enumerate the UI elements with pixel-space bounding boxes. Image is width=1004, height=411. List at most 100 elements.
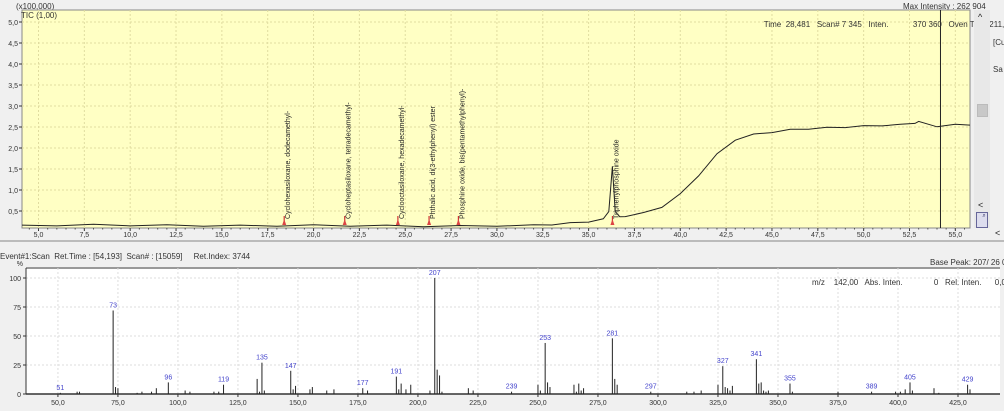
inten-value: 370 360 [912, 20, 942, 29]
x-tick-label: 47,5 [811, 232, 825, 239]
peak-label: 147 [285, 363, 297, 370]
vertical-scrollbar[interactable]: ^ < ⌕ [974, 10, 990, 228]
peak-label: 207 [429, 270, 441, 277]
peak-label: 239 [506, 384, 518, 391]
y-tick-label: 3,5 [8, 83, 18, 90]
peak-label: 281 [607, 330, 619, 337]
y-tick-label: 4,5 [8, 41, 18, 48]
x-tick-label: 37,5 [628, 232, 642, 239]
peak-label: 327 [717, 358, 729, 365]
x-tick-label: 325,0 [709, 400, 727, 407]
peak-label: 389 [866, 384, 878, 391]
x-tick-label: 100,0 [169, 400, 187, 407]
peak-annotation: Cycloheptasiloxane, tetradecamethyl- [346, 102, 353, 219]
scan-label: Scan# [816, 20, 840, 29]
scan-number: Scan# : [15059] [126, 252, 183, 261]
x-tick-label: 25,0 [398, 232, 412, 239]
x-tick-label: 7,5 [79, 232, 89, 239]
y-tick-label: 75 [13, 305, 21, 312]
cursor-readout: Time 28,481 Scan# 7 345 Inten. 370 360 O… [755, 11, 1004, 38]
abs-label: Abs. Inten. [864, 278, 903, 287]
peak-label: 51 [56, 385, 64, 392]
x-tick-label: 175,0 [349, 400, 367, 407]
peak-label: 341 [751, 351, 763, 358]
y-tick-label: 0 [17, 392, 21, 399]
time-value: 28,481 [785, 20, 811, 29]
x-tick-label: 275,0 [589, 400, 607, 407]
x-tick-label: 27,5 [444, 232, 458, 239]
y-tick-label: 2,0 [8, 146, 18, 153]
x-tick-label: 20,0 [307, 232, 321, 239]
x-tick-label: 125,0 [229, 400, 247, 407]
x-tick-label: 22,5 [353, 232, 367, 239]
spectrum-info: Event#1:Scan Ret.Time : [54,193] Scan# :… [0, 243, 250, 261]
base-peak: Base Peak: 207/ 26 025 [930, 258, 1004, 267]
event-label: Event#1:Scan [0, 252, 50, 261]
x-tick-label: 200,0 [409, 400, 427, 407]
y-tick-label: 5,0 [8, 20, 18, 27]
abs-value: 0 [933, 278, 939, 287]
peak-label: 191 [391, 369, 403, 376]
x-tick-label: 12,5 [169, 232, 183, 239]
x-tick-label: 250,0 [529, 400, 547, 407]
tic-panel: (x100,000) Max Intensity : 262 904 5,0 7,… [0, 0, 1004, 240]
side-panel-line: Sa [993, 65, 1003, 74]
rel-value: 0,00 [994, 278, 1004, 287]
y-tick-label: 50 [13, 334, 21, 341]
peak-label: 405 [904, 374, 916, 381]
x-tick-label: 300,0 [649, 400, 667, 407]
peak-label: 429 [962, 377, 974, 384]
x-tick-label: 45,0 [765, 232, 779, 239]
peak-annotation: Phthalic acid, di(3-ethylphenyl) ester [430, 105, 437, 219]
y-tick-label: 100 [9, 276, 21, 283]
peak-annotation: Triphenylphosphine oxide [613, 139, 620, 219]
ret-time: Ret.Time : [54,193] [54, 252, 122, 261]
x-tick-label: 17,5 [261, 232, 275, 239]
x-tick-label: 350,0 [769, 400, 787, 407]
y-unit-label: % [17, 261, 23, 268]
scroll-up-button[interactable]: ^ [978, 12, 982, 22]
x-tick-label: 225,0 [469, 400, 487, 407]
rel-label: Rel. Inten. [944, 278, 982, 287]
y-tick-label: 1,0 [8, 188, 18, 195]
x-tick-label: 32,5 [536, 232, 550, 239]
peak-annotation: Phosphine oxide, bis(pentamethylphenyl)- [459, 88, 466, 219]
peak-label: 96 [164, 374, 172, 381]
y-tick-label: 3,0 [8, 104, 18, 111]
trace-label: TIC (1,00) [21, 11, 58, 20]
x-tick-label: 35,0 [582, 232, 596, 239]
peak-annotation: Cyclohexasiloxane, dodecamethyl- [285, 110, 292, 219]
scroll-thumb[interactable] [977, 104, 988, 117]
scroll-left-button[interactable]: < [978, 200, 983, 210]
x-tick-label: 150,0 [289, 400, 307, 407]
scan-value: 7 345 [841, 20, 862, 29]
mz-label: m/z [812, 278, 825, 287]
x-tick-label: 10,0 [123, 232, 137, 239]
peak-annotation: Cyclooctasiloxane, hexadecamethyl- [399, 105, 406, 219]
inten-label: Inten. [868, 20, 889, 29]
side-panel-line: [Cu [993, 38, 1004, 47]
y-tick-label: 1,5 [8, 167, 18, 174]
x-tick-label: 42,5 [719, 232, 733, 239]
peak-label: 355 [784, 376, 796, 383]
zoom-icon[interactable]: ⌕ [976, 212, 988, 228]
y-tick-label: 4,0 [8, 62, 18, 69]
peak-label: 119 [218, 377, 229, 384]
panel-divider[interactable] [0, 240, 1004, 242]
x-tick-label: 50,0 [51, 400, 65, 407]
x-tick-label: 15,0 [215, 232, 229, 239]
scroll-right-button[interactable]: < [995, 228, 1000, 238]
x-tick-label: 5,0 [34, 232, 44, 239]
x-tick-label: 425,0 [949, 400, 967, 407]
x-tick-label: 50,0 [857, 232, 871, 239]
peak-label: 73 [109, 302, 117, 309]
x-tick-label: 75,0 [111, 400, 125, 407]
x-tick-label: 40,0 [673, 232, 687, 239]
x-tick-label: 52,5 [903, 232, 917, 239]
y-tick-label: 0,5 [8, 209, 18, 216]
peak-label: 135 [256, 355, 268, 362]
x-tick-label: 400,0 [889, 400, 907, 407]
x-tick-label: 55,0 [949, 232, 963, 239]
spectrum-readout: m/z 142,00 Abs. Inten. 0 Rel. Inten. 0,0… [812, 269, 1004, 287]
peak-label: 253 [539, 335, 551, 342]
